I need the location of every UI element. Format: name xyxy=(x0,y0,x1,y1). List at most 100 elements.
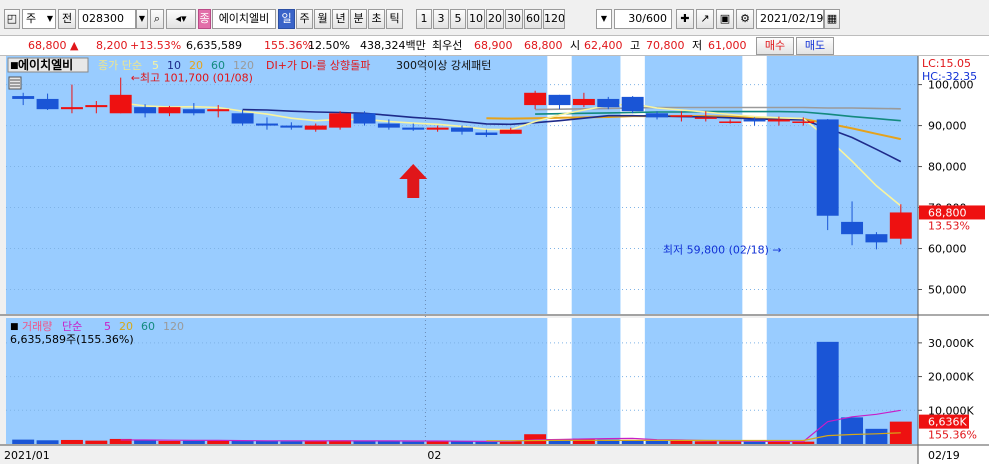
speaker-icon[interactable]: ◂▾ xyxy=(166,9,196,29)
volume-bar xyxy=(158,440,181,444)
candle-body xyxy=(60,107,83,110)
badge-text: 종 xyxy=(199,12,210,25)
interval-tab[interactable]: 1 xyxy=(416,9,432,29)
candle-body xyxy=(329,113,352,128)
candle-body xyxy=(499,129,522,134)
period-tab[interactable]: 초 xyxy=(368,9,385,29)
sell-button[interactable]: 매도 xyxy=(796,37,834,55)
price-chart[interactable]: 에이치엘비■ 종가 단순 5 10 20 60 120 DI+가 DI-를 상향돌파 300억이… xyxy=(0,56,989,464)
legend-indicator: DI+가 DI-를 상향돌파 xyxy=(266,59,370,72)
candle-body xyxy=(816,119,839,216)
chevron-down-icon: ▼ xyxy=(46,14,53,23)
volume-y-tick-label: 30,000K xyxy=(928,337,974,350)
stock-name: 에이치엘비 xyxy=(218,12,270,25)
candle-body xyxy=(719,121,742,123)
gear-icon[interactable]: ⚙ xyxy=(736,9,754,29)
period-tab[interactable]: 년 xyxy=(332,9,349,29)
volume-bar xyxy=(280,441,303,444)
highlight-column xyxy=(620,56,645,314)
volume-ma-label: 단순 xyxy=(62,320,82,333)
volume-bar xyxy=(304,441,327,444)
volume-label: 거래량 xyxy=(22,320,52,333)
turnover: 12.50% xyxy=(308,39,350,52)
sell-label: 매도 xyxy=(804,39,826,52)
indicator-icon[interactable]: ✚ xyxy=(676,9,694,29)
code-value: 028300 xyxy=(82,12,124,25)
legend-pattern: 300억이상 강세패턴 xyxy=(396,59,491,72)
draw-tool-icon[interactable]: ↗ xyxy=(696,9,714,29)
legend-marker-icon: ■ xyxy=(10,61,19,71)
candle-body xyxy=(109,94,132,114)
candle-body xyxy=(451,127,473,132)
legend-ma-period: 20 xyxy=(189,59,203,72)
period-tab[interactable]: 월 xyxy=(314,9,331,29)
date-input[interactable]: 2021/02/19 xyxy=(756,9,824,29)
y-tick-label: 50,000 xyxy=(928,284,967,297)
market-select[interactable]: 주 ▼ xyxy=(22,9,56,29)
interval-tab[interactable]: 3 xyxy=(433,9,449,29)
volume-bar xyxy=(256,440,278,444)
volume-bar xyxy=(841,417,864,444)
count-value: 30/600 xyxy=(628,12,667,25)
volume-bar xyxy=(694,441,717,444)
interval-tab[interactable]: 20 xyxy=(486,9,504,29)
interval-tab[interactable]: 10 xyxy=(467,9,485,29)
volume-ma-period: 5 xyxy=(104,320,111,333)
period-tab[interactable]: 일 xyxy=(278,9,295,29)
interval-tab[interactable]: 60 xyxy=(524,9,542,29)
legend-stock-name: 에이치엘비 xyxy=(18,57,73,72)
code-dropdown-icon[interactable]: ▼ xyxy=(136,9,148,29)
search-icon[interactable]: ⌕ xyxy=(150,9,164,29)
interval-tab[interactable]: 120 xyxy=(543,9,565,29)
candle-body xyxy=(256,123,278,126)
volume-bar xyxy=(134,440,157,444)
interval-dropdown-icon[interactable]: ▼ xyxy=(596,9,612,29)
save-icon[interactable]: ▣ xyxy=(716,9,734,29)
candle-body xyxy=(12,96,35,99)
interval-tab[interactable]: 5 xyxy=(450,9,466,29)
axis-background xyxy=(918,56,989,464)
stock-type-badge: 종 xyxy=(198,9,211,29)
candle-body xyxy=(694,117,717,119)
up-arrow-icon: ▲ xyxy=(70,39,79,52)
code-input[interactable]: 028300 xyxy=(78,9,136,29)
calendar-icon[interactable]: ▦ xyxy=(824,9,840,29)
prev-button[interactable]: 전 xyxy=(58,9,76,29)
interval-tab[interactable]: 30 xyxy=(505,9,523,29)
buy-button[interactable]: 매수 xyxy=(756,37,794,55)
volume-bar xyxy=(12,439,35,444)
volume-bar xyxy=(402,441,425,444)
min-price-annotation: 최저 59,800 (02/18) → xyxy=(663,243,782,256)
candle-body xyxy=(402,127,425,130)
ask-price: 68,900 xyxy=(474,39,513,52)
count-field[interactable]: 30/600 xyxy=(614,9,672,29)
low-price: 61,000 xyxy=(708,39,747,52)
bid-price: 68,800 xyxy=(524,39,563,52)
volume-ma-period: 60 xyxy=(141,320,155,333)
candle-body xyxy=(767,119,790,122)
high-price: 70,800 xyxy=(646,39,685,52)
period-tab[interactable]: 틱 xyxy=(386,9,403,29)
x-tick-label: 02 xyxy=(427,449,441,462)
trade-amount: 438,324백만 xyxy=(360,39,426,52)
candle-body xyxy=(377,123,400,128)
candle-body xyxy=(280,125,303,128)
period-tab[interactable]: 주 xyxy=(296,9,313,29)
candle-body xyxy=(134,107,157,114)
candle-body xyxy=(841,221,864,235)
period-tab[interactable]: 분 xyxy=(350,9,367,29)
candle-body xyxy=(865,234,888,243)
prev-label: 전 xyxy=(61,12,73,25)
candle-body xyxy=(36,98,59,110)
candle-body xyxy=(889,212,912,239)
y-tick-label: 90,000 xyxy=(928,120,967,133)
volume-pane-background xyxy=(6,318,918,444)
candle-body xyxy=(524,92,547,106)
window-icon[interactable]: ◰ xyxy=(4,9,20,29)
volume-ratio: 155.36% xyxy=(264,39,313,52)
change-percent: +13.53% xyxy=(130,39,182,52)
high-label: 고 xyxy=(630,39,641,52)
volume-marker-icon: ■ xyxy=(10,322,19,332)
candle-body xyxy=(646,113,668,118)
candle-body xyxy=(353,113,376,124)
